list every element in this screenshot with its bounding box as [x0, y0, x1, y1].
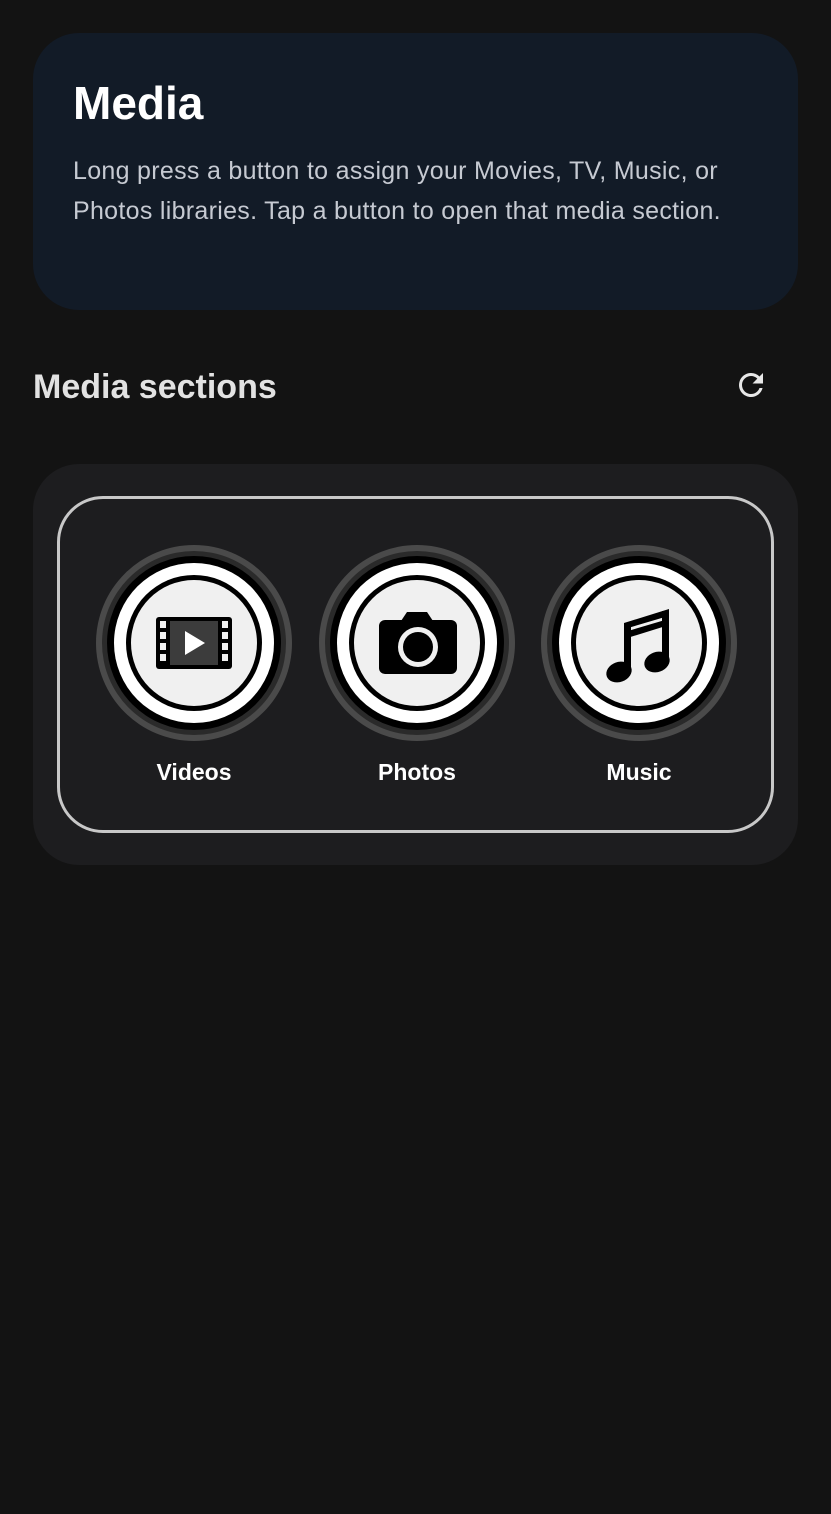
media-sections-panel: Videos Photos Music: [33, 464, 798, 865]
music-button-ring: [541, 545, 737, 741]
film-play-icon: [156, 617, 232, 669]
photos-button-ring: [319, 545, 515, 741]
videos-tile[interactable]: Videos: [94, 543, 294, 793]
section-title: Media sections: [33, 368, 277, 406]
videos-button-ring: [96, 545, 292, 741]
section-header: Media sections: [33, 362, 773, 412]
info-title: Media: [73, 77, 204, 129]
info-card: Media Long press a button to assign your…: [33, 33, 798, 310]
info-description: Long press a button to assign your Movie…: [73, 157, 721, 225]
videos-label: Videos: [156, 759, 232, 785]
camera-icon: [379, 612, 457, 674]
photos-label: Photos: [378, 759, 456, 785]
refresh-icon: [739, 373, 763, 397]
music-label: Music: [606, 759, 672, 785]
media-tiles-frame: Videos Photos Music: [57, 496, 774, 833]
music-tile[interactable]: Music: [539, 543, 739, 793]
refresh-button[interactable]: [731, 365, 771, 405]
photos-tile[interactable]: Photos: [317, 543, 517, 793]
